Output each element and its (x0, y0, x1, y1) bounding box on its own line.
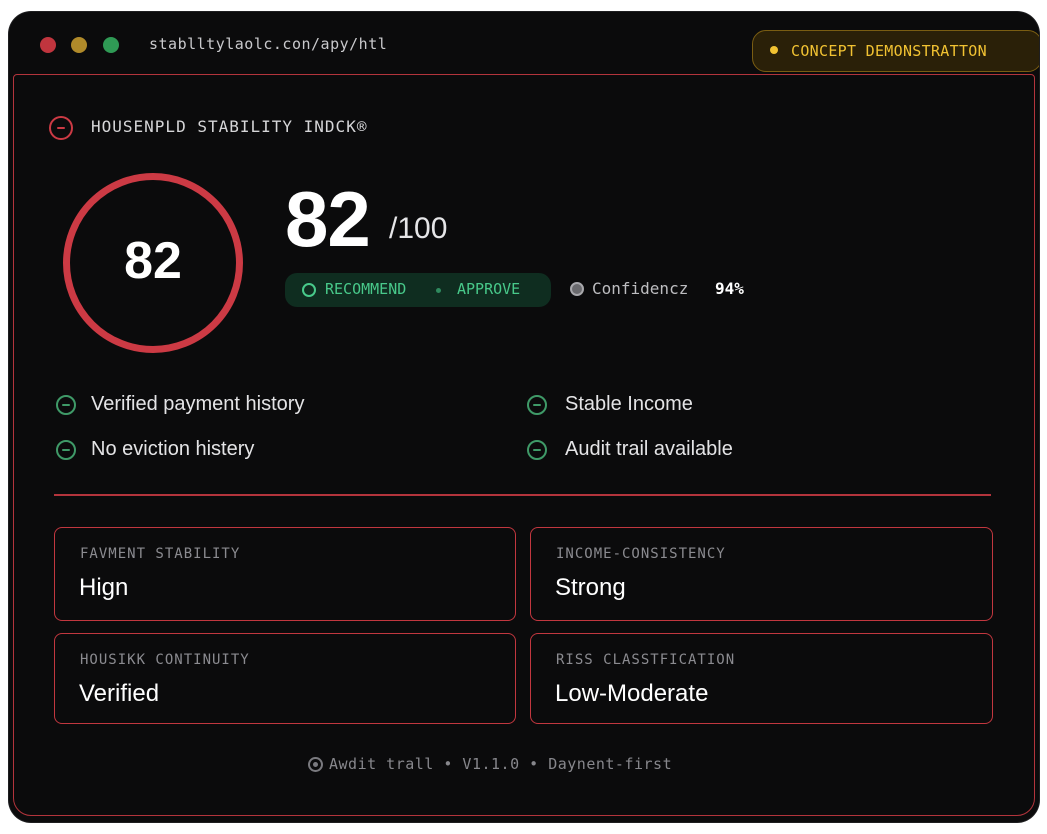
feature-item: Stable Income (565, 393, 693, 415)
metric-value: Hign (79, 574, 129, 601)
shield-icon (570, 282, 584, 296)
confidence-label: Confidencz (592, 279, 689, 298)
score-ring-value: 82 (124, 232, 182, 290)
feature-item: Audit trail available (565, 438, 733, 460)
badge-dot-icon (770, 46, 778, 54)
separator-dot (436, 288, 441, 293)
metric-label: INCOME-CONSISTENCY (556, 546, 726, 562)
feature-item: No eviction histery (91, 438, 255, 460)
recommendation-badge: RECOMMEND APPROVE (285, 273, 551, 307)
minimize-window-button[interactable] (71, 37, 87, 53)
score-value: 82 (285, 175, 371, 263)
metric-value: Strong (555, 574, 626, 601)
metric-label: HOUSIKK CONTINUITY (80, 652, 250, 668)
badge-label: CONCEPT DEMONSTRATTON (791, 42, 987, 60)
page-title: HOUSENPLD STABILITY INDCK® (91, 117, 368, 136)
minus-circle-icon (56, 440, 76, 460)
section-divider (54, 494, 991, 496)
minus-circle-icon (527, 395, 547, 415)
minus-circle-icon (49, 116, 73, 140)
footer-text: Awdit trall • V1.1.0 • Daynent-first (329, 755, 673, 773)
address-bar[interactable]: stablltylaolc.con/apy/htl (149, 35, 387, 53)
confidence-value: 94% (715, 279, 744, 298)
minus-circle-icon (56, 395, 76, 415)
minus-circle-icon (527, 440, 547, 460)
close-window-button[interactable] (40, 37, 56, 53)
circle-icon (302, 283, 316, 297)
feature-item: Verified payment history (91, 393, 305, 415)
concept-badge: CONCEPT DEMONSTRATTON (752, 30, 1039, 72)
metric-card-risk-classification: RISS CLASSTFICATION Low-Moderate (530, 633, 993, 724)
metric-label: RISS CLASSTFICATION (556, 652, 736, 668)
title-bar: stablltylaolc.con/apy/htl CONCEPT DEMONS… (9, 12, 1039, 74)
decision-label: APPROVE (457, 280, 521, 298)
metric-card-payment-stability: FAVMENT STABILITY Hign (54, 527, 516, 621)
app-window: stablltylaolc.con/apy/htl CONCEPT DEMONS… (9, 12, 1039, 822)
score-max: /100 (389, 212, 448, 245)
target-icon (308, 757, 323, 772)
metric-card-housing-continuity: HOUSIKK CONTINUITY Verified (54, 633, 516, 724)
recommendation-label: RECOMMEND (325, 280, 407, 298)
metric-card-income-consistency: INCOME-CONSISTENCY Strong (530, 527, 993, 621)
metric-value: Verified (79, 680, 160, 707)
metric-value: Low-Moderate (555, 680, 709, 707)
metric-label: FAVMENT STABILITY (80, 546, 241, 562)
maximize-window-button[interactable] (103, 37, 119, 53)
